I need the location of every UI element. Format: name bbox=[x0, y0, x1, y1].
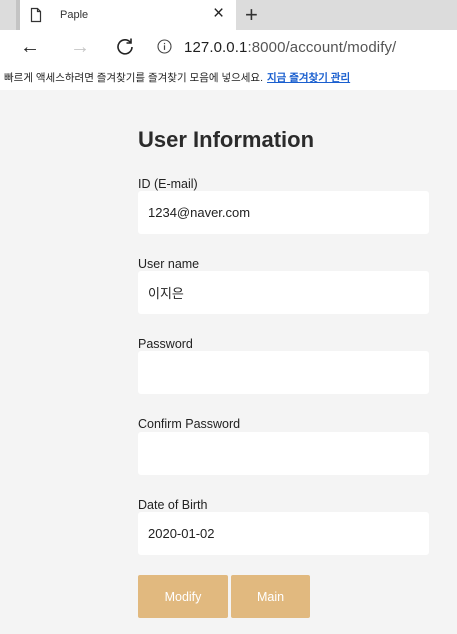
bookmark-hint: 빠르게 액세스하려면 즐겨찾기를 즐겨찾기 모음에 넣으세요. 지금 즐겨찾기 관… bbox=[4, 70, 350, 85]
url-path: :8000/account/modify/ bbox=[247, 39, 397, 56]
bookmark-hint-text: 빠르게 액세스하려면 즐겨찾기를 즐겨찾기 모음에 넣으세요. bbox=[4, 72, 264, 84]
page-title: User Information bbox=[138, 127, 315, 152]
confirm-password-label: Confirm Password bbox=[138, 417, 241, 431]
id-email-input[interactable] bbox=[138, 191, 429, 234]
address-bar[interactable]: 127.0.0.1:8000/account/modify/ bbox=[184, 39, 396, 56]
tab-close-icon[interactable]: × bbox=[213, 3, 224, 25]
user-name-input[interactable] bbox=[138, 271, 429, 314]
browser-tab[interactable]: Paple × bbox=[20, 0, 236, 30]
password-label: Password bbox=[138, 337, 193, 351]
tab-title: Paple bbox=[60, 9, 89, 21]
url-host: 127.0.0.1 bbox=[184, 39, 248, 56]
site-info-icon[interactable] bbox=[157, 39, 172, 54]
back-arrow-icon[interactable]: ← bbox=[20, 35, 40, 59]
id-email-label: ID (E-mail) bbox=[138, 177, 198, 191]
reload-icon[interactable] bbox=[114, 36, 136, 58]
modify-button[interactable]: Modify bbox=[138, 575, 228, 618]
manage-bookmarks-link[interactable]: 지금 즐겨찾기 관리 bbox=[267, 72, 350, 84]
date-of-birth-label: Date of Birth bbox=[138, 498, 208, 512]
forward-arrow-icon[interactable]: → bbox=[70, 35, 90, 59]
user-name-label: User name bbox=[138, 257, 200, 271]
confirm-password-input[interactable] bbox=[138, 432, 429, 475]
password-input[interactable] bbox=[138, 351, 429, 394]
new-tab-icon[interactable]: + bbox=[245, 0, 258, 30]
browser-toolbar: ← → 127.0.0.1:8000/account/modify/ bbox=[0, 30, 457, 66]
page-icon bbox=[28, 7, 44, 23]
browser-tab-strip: Paple × + bbox=[0, 0, 457, 30]
date-of-birth-input[interactable] bbox=[138, 512, 429, 555]
bookmark-bar: 빠르게 액세스하려면 즐겨찾기를 즐겨찾기 모음에 넣으세요. 지금 즐겨찾기 관… bbox=[0, 66, 457, 90]
page-body: User Information ID (E-mail) User name P… bbox=[0, 90, 457, 634]
main-button[interactable]: Main bbox=[231, 575, 310, 618]
